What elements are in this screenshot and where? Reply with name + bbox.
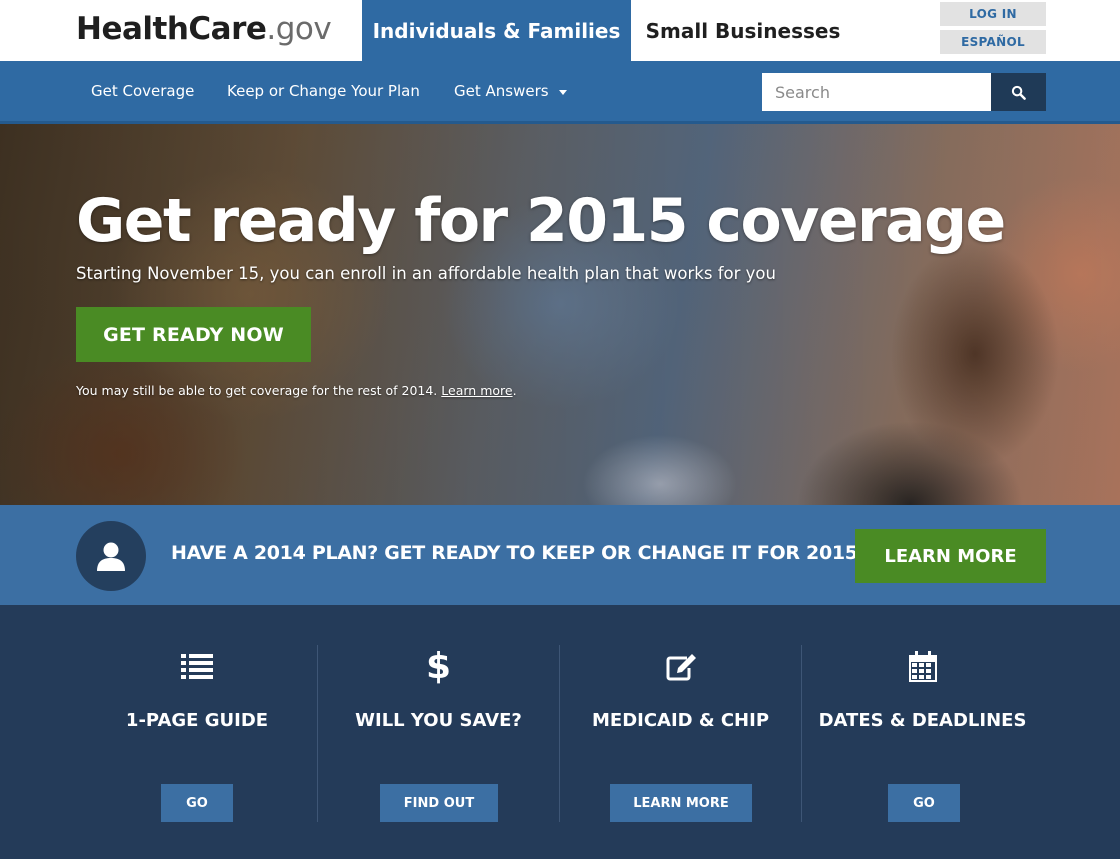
top-header: HealthCare.gov Individuals & Families Sm… xyxy=(0,0,1120,61)
logo-suffix-text: .gov xyxy=(266,11,332,47)
espanol-button[interactable]: ESPAÑOL xyxy=(940,30,1046,54)
get-ready-now-button[interactable]: GET READY NOW xyxy=(76,307,311,362)
dollar-icon: $ xyxy=(425,646,452,687)
features-section: 1-PAGE GUIDE GO $ WILL YOU SAVE? FIND OU… xyxy=(0,605,1120,859)
guide-go-button[interactable]: GO xyxy=(161,784,233,822)
nav-item-get-answers-label: Get Answers xyxy=(454,82,549,100)
feature-title: MEDICAID & CHIP xyxy=(591,710,770,731)
feature-will-you-save: $ WILL YOU SAVE? FIND OUT xyxy=(317,645,559,822)
hero-subtitle: Starting November 15, you can enroll in … xyxy=(76,264,776,283)
hero-note-end: . xyxy=(512,383,517,398)
list-icon xyxy=(76,650,318,684)
feature-title: 1-PAGE GUIDE xyxy=(125,710,269,731)
plan-banner: HAVE A 2014 PLAN? GET READY TO KEEP OR C… xyxy=(0,505,1120,605)
search-input[interactable] xyxy=(762,73,991,111)
logo-main-text: HealthCare xyxy=(76,11,267,47)
tab-individuals-families[interactable]: Individuals & Families xyxy=(362,0,631,61)
feature-1-page-guide: 1-PAGE GUIDE GO xyxy=(76,645,318,822)
learn-more-link[interactable]: Learn more xyxy=(441,383,512,398)
edit-icon xyxy=(560,650,801,684)
hero-banner: Get ready for 2015 coverage Starting Nov… xyxy=(0,124,1120,505)
hero-note-text: You may still be able to get coverage fo… xyxy=(76,383,438,398)
caret-down-icon xyxy=(558,89,567,95)
nav-item-get-coverage[interactable]: Get Coverage xyxy=(91,61,194,121)
login-button[interactable]: LOG IN xyxy=(940,2,1046,26)
search-icon xyxy=(1011,85,1026,100)
nav-item-keep-or-change-plan[interactable]: Keep or Change Your Plan xyxy=(227,61,420,121)
nav-item-get-answers[interactable]: Get Answers xyxy=(454,61,567,121)
hero-note: You may still be able to get coverage fo… xyxy=(76,383,517,398)
deadlines-go-button[interactable]: GO xyxy=(888,784,960,822)
feature-title: WILL YOU SAVE? xyxy=(355,710,522,731)
feature-title: DATES & DEADLINES xyxy=(818,710,1027,731)
hero-title: Get ready for 2015 coverage xyxy=(76,186,1006,256)
feature-medicaid-chip: MEDICAID & CHIP LEARN MORE xyxy=(559,645,801,822)
banner-text: HAVE A 2014 PLAN? GET READY TO KEEP OR C… xyxy=(171,542,858,564)
feature-dates-deadlines: DATES & DEADLINES GO xyxy=(801,645,1043,822)
medicaid-learn-more-button[interactable]: LEARN MORE xyxy=(610,784,752,822)
person-icon xyxy=(76,521,146,591)
healthcare-logo[interactable]: HealthCare.gov xyxy=(76,11,332,47)
search-button[interactable] xyxy=(991,73,1046,111)
tab-small-businesses[interactable]: Small Businesses xyxy=(631,0,855,61)
banner-learn-more-button[interactable]: LEARN MORE xyxy=(855,529,1046,583)
find-out-button[interactable]: FIND OUT xyxy=(380,784,498,822)
main-nav: Get Coverage Keep or Change Your Plan Ge… xyxy=(0,61,1120,124)
calendar-icon xyxy=(802,650,1043,684)
